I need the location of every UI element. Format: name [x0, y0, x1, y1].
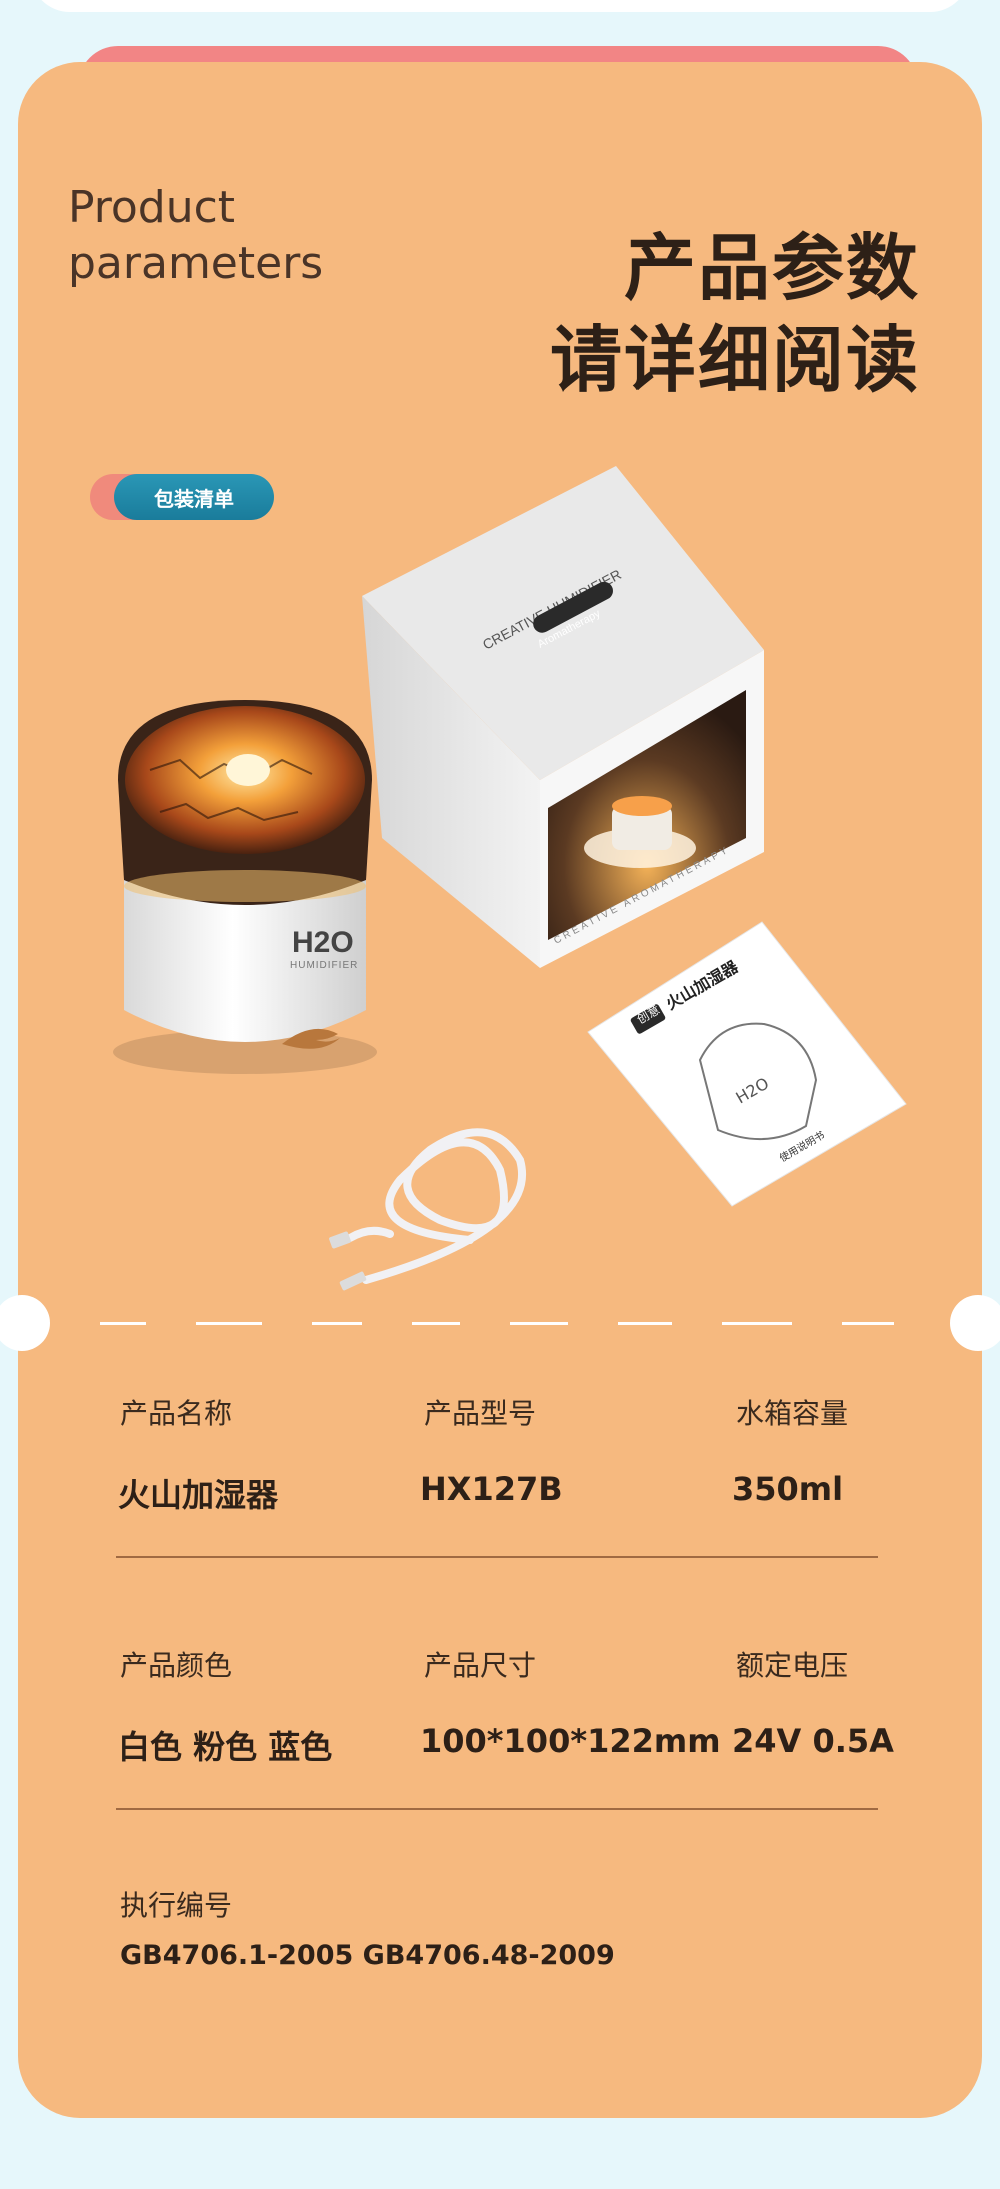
dash: [312, 1322, 362, 1325]
spec-value-standard: GB4706.1-2005 GB4706.48-2009: [120, 1940, 615, 1971]
spec-value-name: 火山加湿器: [118, 1476, 279, 1514]
right-notch: [950, 1295, 1000, 1351]
volcano-humidifier: H2O HUMIDIFIER: [113, 700, 377, 1074]
dash: [618, 1322, 672, 1325]
spec-value-color: 白色 粉色 蓝色: [118, 1728, 333, 1766]
dash: [412, 1322, 460, 1325]
dash: [196, 1322, 262, 1325]
dash: [842, 1322, 894, 1325]
spec-label-model: 产品型号: [424, 1397, 537, 1430]
spec-label-name: 产品名称: [120, 1397, 233, 1430]
product-illustration: CREATIVE HUMIDIFIER Aromatherapy CREATIV…: [113, 466, 907, 1291]
device-logo-sub: HUMIDIFIER: [290, 960, 358, 971]
spec-label-voltage: 额定电压: [736, 1649, 849, 1682]
spec-value-voltage: 24V 0.5A: [732, 1722, 894, 1760]
gift-box: CREATIVE HUMIDIFIER Aromatherapy CREATIV…: [362, 466, 764, 968]
ticket-divider: [0, 1295, 1000, 1351]
spec-label-capacity: 水箱容量: [736, 1397, 849, 1430]
spec-row-rule: [116, 1808, 878, 1810]
spec-value-capacity: 350ml: [732, 1470, 844, 1508]
usb-cable: [346, 1128, 526, 1284]
dash: [722, 1322, 792, 1325]
dash: [510, 1322, 568, 1325]
device-logo: H2O: [292, 926, 354, 959]
left-notch: [0, 1295, 50, 1351]
spec-label-size: 产品尺寸: [424, 1649, 537, 1682]
dash: [100, 1322, 146, 1325]
spec-value-model: HX127B: [420, 1470, 563, 1508]
spec-label-standard: 执行编号: [120, 1889, 233, 1922]
spec-value-size: 100*100*122mm: [420, 1722, 721, 1760]
instruction-manual: 创意 火山加湿器 H2O 使用说明书: [587, 921, 907, 1207]
spec-row-rule: [116, 1556, 878, 1558]
spec-label-color: 产品颜色: [120, 1649, 233, 1682]
